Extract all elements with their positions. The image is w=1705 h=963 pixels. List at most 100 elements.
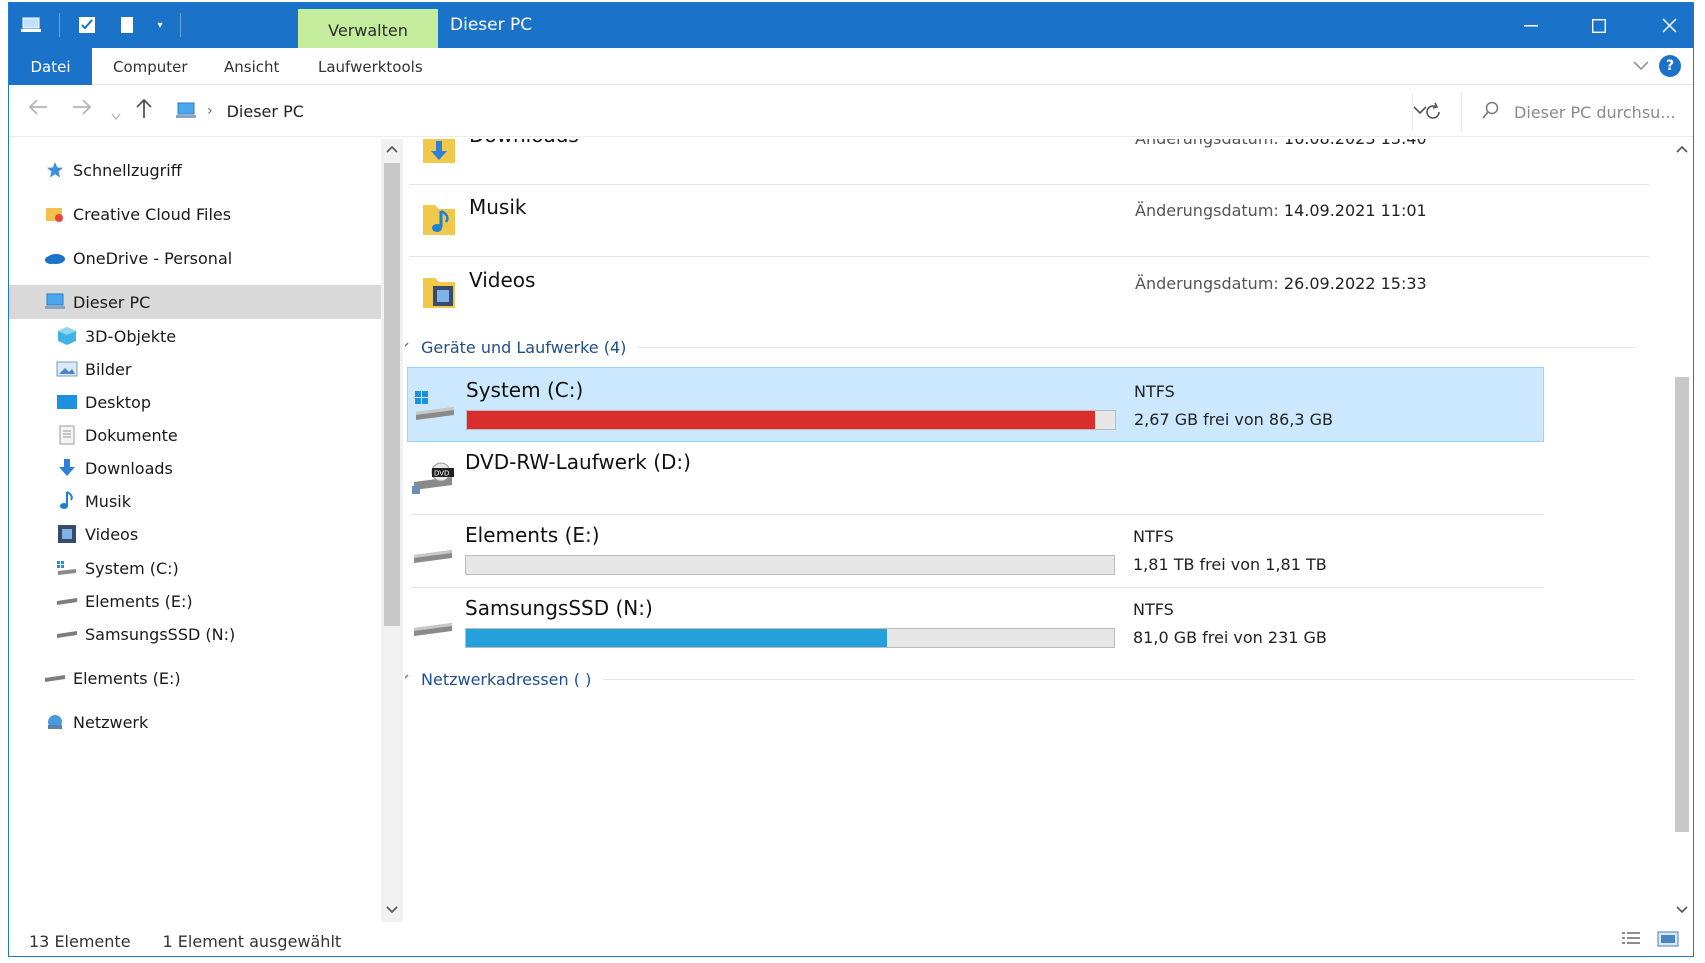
drive-name: SamsungsSSD (N:) [465,596,653,620]
tab-verwalten[interactable]: Verwalten [298,9,438,48]
view-switcher [1621,930,1679,952]
scroll-down-icon[interactable] [1671,902,1693,918]
nav-item-label: Dieser PC [73,292,151,312]
drive-icon [412,535,454,569]
nav-item-system-c[interactable]: System (C:) [9,551,381,585]
help-button[interactable]: ? [1659,55,1681,77]
nav-scrollbar[interactable] [381,139,403,922]
drive-samsungssd-n[interactable]: SamsungsSSD (N:) NTFS 81,0 GB frei von 2… [412,586,1544,661]
nav-item-label: 3D-Objekte [85,326,177,346]
recent-locations-icon[interactable] [111,102,121,127]
tab-datei[interactable]: Datei [9,48,92,85]
svg-text:DVD: DVD [434,470,449,478]
content-pane: Downloads Änderungsdatum: 16.08.2023 13:… [405,139,1669,924]
nav-item-creative-cloud-files[interactable]: Creative Cloud Files [9,197,381,231]
drive-icon [55,624,79,644]
folder-row-downloads[interactable]: Downloads Änderungsdatum: 16.08.2023 13:… [409,139,1649,185]
date-label: Änderungsdatum: [1135,139,1279,148]
nav-item-downloads[interactable]: Downloads [9,451,381,485]
details-view-icon[interactable] [1621,930,1641,952]
tab-ansicht[interactable]: Ansicht [224,48,279,85]
nav-item-3d-objekte[interactable]: 3D-Objekte [9,319,381,353]
group-header-network[interactable]: Netzwerkadressen ( ) [405,664,1635,694]
drive-usage-bar [466,410,1116,430]
drive-elements-e[interactable]: Elements (E:) NTFS 1,81 TB frei von 1,81… [412,513,1544,588]
large-icons-view-icon[interactable] [1657,930,1679,952]
group-title: Netzwerkadressen ( ) [421,669,592,689]
scroll-up-icon[interactable] [1671,141,1693,157]
maximize-button[interactable] [1564,3,1634,48]
star-icon [43,160,67,180]
nav-item-label: Elements (E:) [73,668,181,688]
search-placeholder: Dieser PC durchsu... [1514,102,1676,122]
drive-free-space: 1,81 TB frei von 1,81 TB [1133,555,1327,574]
scroll-up-icon[interactable] [381,141,403,157]
new-folder-icon[interactable] [114,12,140,38]
nav-item-netzwerk[interactable]: Netzwerk [9,705,381,739]
nav-item-samsungssd-n[interactable]: SamsungsSSD (N:) [9,617,381,651]
back-button[interactable] [27,97,49,123]
tab-laufwerktools[interactable]: Laufwerktools [318,48,423,85]
drive-dvd-d[interactable]: DVD DVD-RW-Laufwerk (D:) [412,440,1544,515]
scroll-down-icon[interactable] [381,902,403,918]
nav-item-desktop[interactable]: Desktop [9,385,381,419]
group-divider [638,346,1635,348]
search-input[interactable]: Dieser PC durchsu... [1461,92,1686,132]
up-button[interactable] [135,97,153,125]
drive-filesystem: NTFS [1133,600,1174,619]
customize-qat-chevron-icon[interactable]: ▾ [154,12,166,38]
nav-item-label: Desktop [85,392,151,412]
qat-separator [59,13,60,37]
folder-row-musik[interactable]: Musik Änderungsdatum: 14.09.2021 11:01 [409,185,1649,257]
address-bar[interactable]: › Dieser PC [169,92,1439,130]
nav-item-videos[interactable]: Videos [9,517,381,551]
drive-name: Elements (E:) [465,523,600,547]
drive-icon [55,591,79,611]
nav-item-label: Schnellzugriff [73,160,182,180]
minimize-button[interactable] [1496,3,1566,48]
nav-item-elements-e[interactable]: Elements (E:) [9,584,381,618]
selection-count: 1 Element ausgewählt [162,931,342,951]
item-count: 13 Elemente [29,931,131,951]
forward-button[interactable] [71,97,93,123]
downloads-icon [55,458,79,478]
drive-usage-bar [465,555,1115,575]
search-icon [1482,101,1500,124]
folder-name: Downloads [469,139,579,147]
close-button[interactable] [1634,3,1693,48]
nav-item-label: Dokumente [85,425,178,445]
refresh-button[interactable] [1412,93,1452,131]
drive-icon [412,608,454,642]
content-scrollbar[interactable] [1671,139,1693,922]
folder-date: Änderungsdatum: 16.08.2023 13:40 [1135,139,1427,148]
system-drive-icon [55,558,79,578]
nav-item-label: Videos [85,524,139,544]
nav-item-label: Bilder [85,359,132,379]
pc-icon[interactable] [19,12,45,38]
scroll-thumb[interactable] [1675,377,1689,832]
group-collapse-icon [405,340,415,355]
nav-item-onedrive[interactable]: OneDrive - Personal [9,241,381,275]
nav-item-elements-e-root[interactable]: Elements (E:) [9,661,381,695]
pictures-icon [55,359,79,379]
address-row: › Dieser PC Dieser PC durchsu... [9,85,1693,137]
tab-computer[interactable]: Computer [113,48,188,85]
nav-item-schnellzugriff[interactable]: Schnellzugriff [9,153,381,187]
group-header-devices[interactable]: Geräte und Laufwerke (4) [405,332,1635,362]
nav-item-dokumente[interactable]: Dokumente [9,418,381,452]
expand-ribbon-icon[interactable] [1633,56,1649,75]
navigation-pane: Schnellzugriff Creative Cloud Files OneD… [9,139,381,924]
pc-icon [175,102,197,120]
folder-row-videos[interactable]: Videos Änderungsdatum: 26.09.2022 15:33 [409,258,1649,330]
drive-system-c[interactable]: System (C:) NTFS 2,67 GB frei von 86,3 G… [407,367,1544,442]
breadcrumb-dieser-pc[interactable]: Dieser PC [227,102,304,121]
nav-item-label: Downloads [85,458,173,478]
drive-free-space: 81,0 GB frei von 231 GB [1133,628,1327,647]
nav-item-label: SamsungsSSD (N:) [85,624,236,644]
nav-item-musik[interactable]: Musik [9,484,381,518]
scroll-thumb[interactable] [384,163,400,626]
nav-item-dieser-pc[interactable]: Dieser PC [9,285,381,319]
properties-icon[interactable] [74,12,100,38]
nav-item-label: Elements (E:) [85,591,193,611]
nav-item-bilder[interactable]: Bilder [9,352,381,386]
